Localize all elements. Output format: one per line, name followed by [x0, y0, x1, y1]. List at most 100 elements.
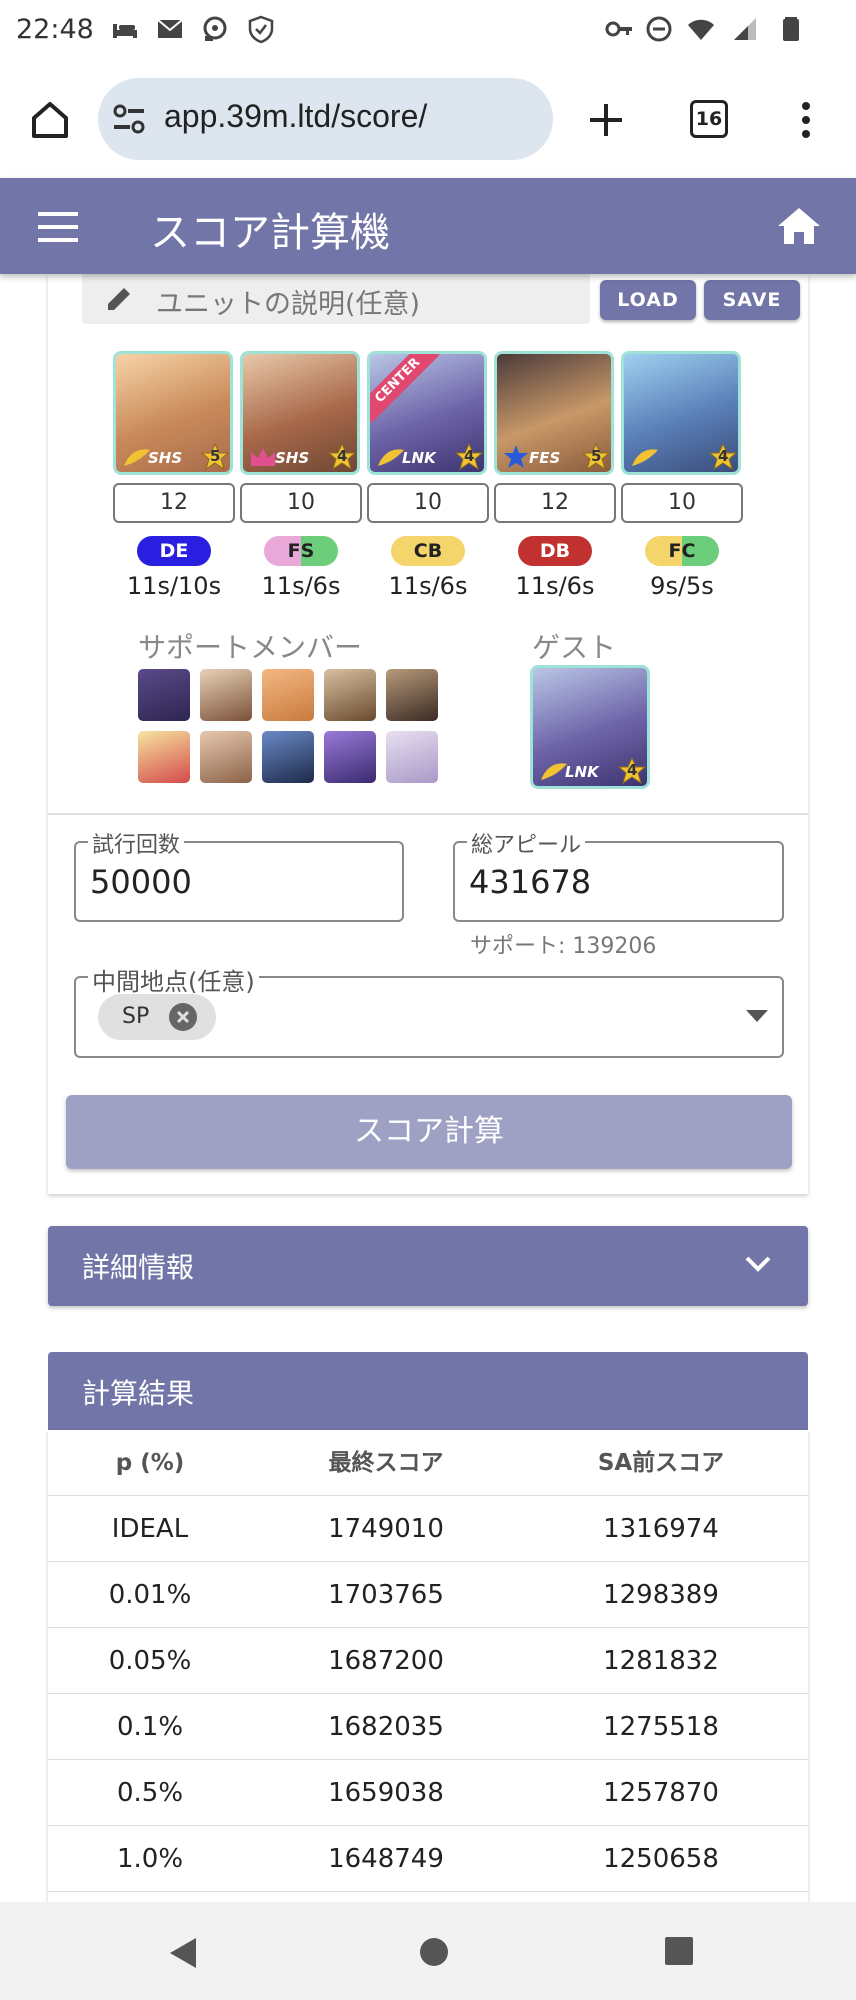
trials-label: 試行回数 [88, 827, 185, 859]
midpoint-select[interactable]: 中間地点(任意) SP [74, 962, 784, 1058]
support-member-8[interactable] [262, 731, 314, 783]
save-button[interactable]: SAVE [704, 280, 800, 320]
do-not-disturb-icon [646, 16, 672, 42]
details-title: 詳細情報 [82, 1251, 195, 1284]
guest-card[interactable]: LNK 4 [530, 665, 650, 789]
back-icon[interactable] [168, 1936, 198, 1970]
support-member-1[interactable] [138, 669, 190, 721]
site-settings-icon[interactable] [112, 102, 148, 136]
home-nav-icon[interactable] [418, 1936, 450, 1968]
table-cell: 1298389 [603, 1580, 719, 1610]
support-member-4[interactable] [324, 669, 376, 721]
trials-value: 50000 [90, 863, 192, 901]
total-appeal-field[interactable]: 総アピール 431678 [453, 827, 784, 922]
load-button[interactable]: LOAD [600, 280, 696, 320]
table-header-row: p (%) 最終スコア SA前スコア [48, 1430, 808, 1496]
skill-timing-4: 11s/6s [515, 572, 595, 600]
more-menu-icon[interactable] [796, 98, 816, 142]
support-member-9[interactable] [324, 731, 376, 783]
url-text: app.39m.ltd/score/ [164, 98, 428, 134]
idol-card-4[interactable]: FES 5 [494, 351, 614, 475]
support-member-5[interactable] [386, 669, 438, 721]
table-cell: 1659038 [328, 1778, 444, 1808]
skill-timing-3: 11s/6s [388, 572, 468, 600]
support-member-10[interactable] [386, 731, 438, 783]
mail-icon [157, 19, 183, 38]
table-row: 0.01% 1703765 1298389 [48, 1562, 808, 1628]
home-icon[interactable] [28, 98, 72, 142]
star-count: 4 [627, 761, 638, 779]
unit-description-placeholder: ユニットの説明(任意) [156, 289, 421, 320]
skill-timing-5: 9s/5s [650, 572, 714, 600]
table-cell: 1257870 [603, 1778, 719, 1808]
star-count: 4 [718, 447, 729, 465]
card-level-input-4[interactable]: 12 [494, 483, 616, 523]
support-member-7[interactable] [200, 731, 252, 783]
calculate-score-button[interactable]: スコア計算 [66, 1095, 792, 1169]
support-member-2[interactable] [200, 669, 252, 721]
table-cell: 1749010 [328, 1514, 444, 1544]
midpoint-chip[interactable]: SP [98, 994, 216, 1040]
guest-label: ゲスト [532, 631, 617, 664]
dropdown-arrow-icon[interactable] [746, 1010, 768, 1024]
card-level-input-3[interactable]: 10 [367, 483, 489, 523]
skill-timing-2: 11s/6s [261, 572, 341, 600]
hamburger-menu-icon[interactable] [38, 210, 78, 244]
unit-description-input[interactable]: ユニットの説明(任意) [82, 274, 590, 324]
midpoint-label: 中間地点(任意) [88, 962, 259, 997]
idol-card-3-center[interactable]: CENTER LNK 4 [367, 351, 487, 475]
support-member-6[interactable] [138, 731, 190, 783]
results-panel-header: 計算結果 [48, 1352, 808, 1430]
app-home-icon[interactable] [776, 206, 822, 246]
status-bar: 22:48 [0, 0, 856, 62]
divider [48, 813, 808, 815]
battery-icon [783, 17, 799, 41]
new-tab-icon[interactable] [586, 100, 626, 140]
crown-icon [251, 448, 275, 466]
system-nav-bar [0, 1902, 856, 2000]
blue-star-icon [504, 445, 528, 468]
table-cell: 1250658 [603, 1844, 719, 1874]
table-cell: 0.5% [116, 1778, 184, 1808]
trials-field[interactable]: 試行回数 50000 [74, 827, 404, 922]
table-cell: 0.01% [108, 1580, 192, 1610]
table-cell: 1275518 [603, 1712, 719, 1742]
details-panel-header[interactable]: 詳細情報 [48, 1226, 808, 1306]
rarity-label: SHS [275, 449, 310, 467]
skill-badge-5: FC [645, 536, 719, 566]
table-cell: 1703765 [328, 1580, 444, 1610]
wing-icon [632, 449, 658, 466]
table-row: 0.5% 1659038 1257870 [48, 1760, 808, 1826]
results-table: p (%) 最終スコア SA前スコア IDEAL 1749010 1316974… [48, 1430, 808, 1902]
app-bar: スコア計算機 [0, 178, 856, 274]
table-row: 0.1% 1682035 1275518 [48, 1694, 808, 1760]
page-title: スコア計算機 [150, 210, 390, 256]
idol-card-2[interactable]: SHS 4 [240, 351, 360, 475]
card-level-input-1[interactable]: 12 [113, 483, 235, 523]
total-appeal-value: 431678 [469, 863, 592, 901]
idol-card-5[interactable]: 4 [621, 351, 741, 475]
center-badge: CENTER [370, 354, 440, 423]
skill-badge-3: CB [391, 536, 465, 566]
skill-timing-1: 11s/10s [126, 572, 222, 600]
tab-switcher-button[interactable]: 16 [690, 100, 728, 138]
chip-remove-icon[interactable] [168, 1002, 198, 1032]
table-row: 1.0% 1648749 1250658 [48, 1826, 808, 1892]
support-member-3[interactable] [262, 669, 314, 721]
total-appeal-label: 総アピール [467, 827, 586, 859]
chevron-down-icon[interactable] [744, 1254, 772, 1274]
column-header: 最終スコア [328, 1450, 444, 1476]
card-level-input-2[interactable]: 10 [240, 483, 362, 523]
table-cell: 1648749 [328, 1844, 444, 1874]
rarity-label: SHS [148, 449, 183, 467]
url-bar[interactable]: app.39m.ltd/score/ [98, 78, 553, 160]
star-count: 4 [464, 447, 475, 465]
status-time: 22:48 [16, 14, 94, 45]
idol-card-1[interactable]: SHS 5 [113, 351, 233, 475]
skill-badge-4: DB [518, 536, 592, 566]
assistant-icon [203, 16, 227, 41]
column-header: p (%) [115, 1450, 185, 1476]
recents-icon[interactable] [664, 1936, 694, 1966]
card-level-input-5[interactable]: 10 [621, 483, 743, 523]
support-appeal-note: サポート: 139206 [470, 934, 657, 959]
